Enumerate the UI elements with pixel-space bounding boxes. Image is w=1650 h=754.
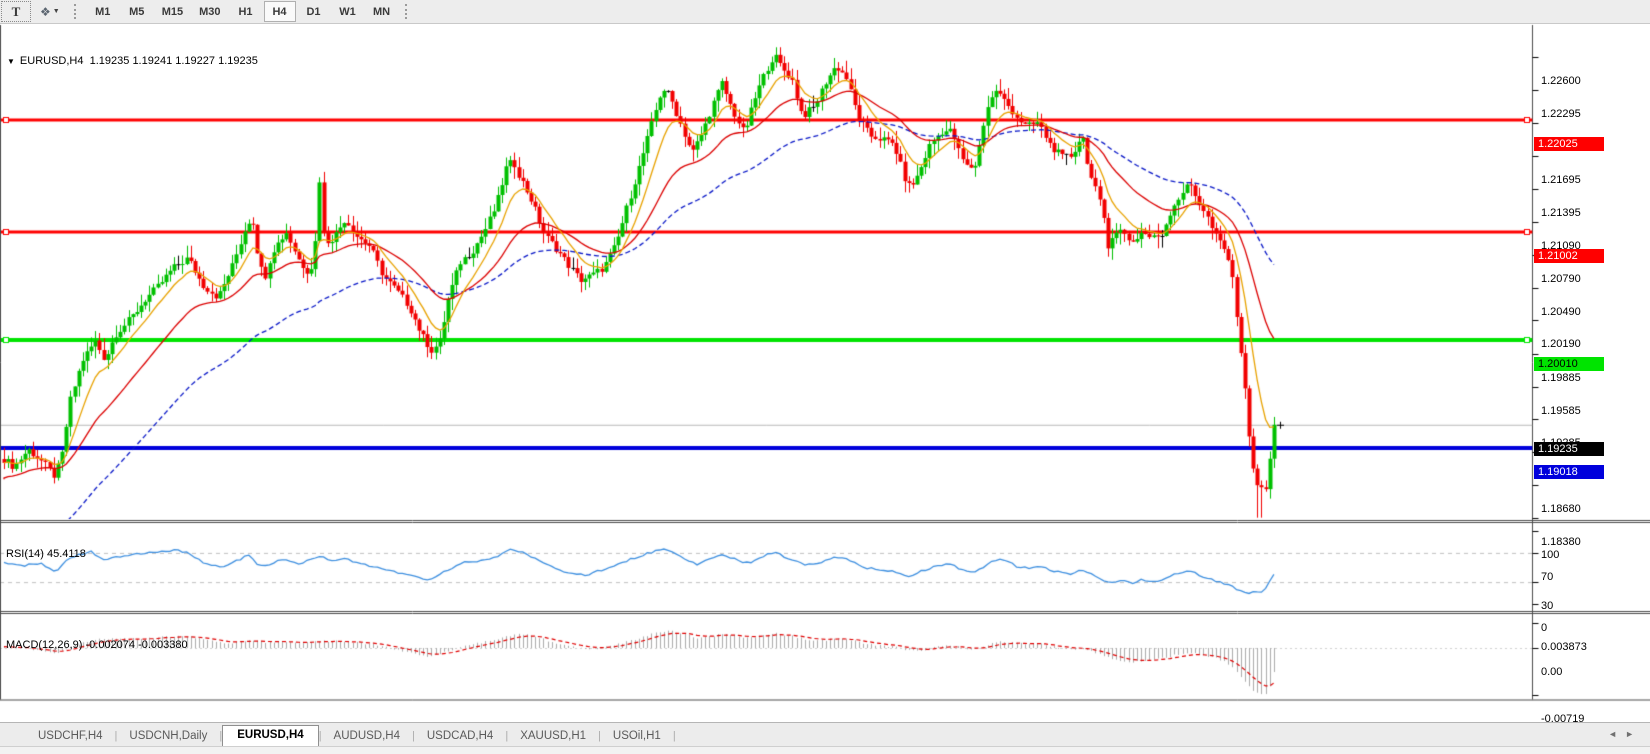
chart-tab-audusd[interactable]: AUDUSD,H4	[322, 727, 412, 746]
timeframe-button-d1[interactable]: D1	[298, 1, 330, 22]
timeframe-button-m15[interactable]: M15	[155, 1, 190, 22]
price-tick: 1.18380	[1541, 536, 1581, 548]
price-tick: 1.19585	[1541, 405, 1581, 417]
timeframe-button-m1[interactable]: M1	[87, 1, 119, 22]
rsi-scale-tick: 0	[1541, 622, 1547, 634]
current-price-tag: 1.19235	[1534, 442, 1604, 456]
timeframe-button-m30[interactable]: M30	[192, 1, 227, 22]
chart-tab-bar: USDCHF,H4|USDCNH,Daily|EURUSD,H4|AUDUSD,…	[0, 722, 1650, 746]
price-tick: 1.21395	[1541, 207, 1581, 219]
rsi-scale-tick: 70	[1541, 571, 1553, 583]
timeframe-group: M1M5M15M30H1H4D1W1MN	[86, 1, 399, 22]
chart-canvas[interactable]	[0, 24, 1650, 754]
price-tick: 1.19885	[1541, 372, 1581, 384]
tab-scroll-right-icon[interactable]: ►	[1625, 729, 1642, 739]
chart-window: ▼ EURUSD,H4 1.19235 1.19241 1.19227 1.192…	[0, 24, 1650, 722]
rsi-scale-tick: 30	[1541, 600, 1553, 612]
price-tick: 1.22295	[1541, 108, 1581, 120]
price-tick: 1.20490	[1541, 306, 1581, 318]
chart-tab-usoil[interactable]: USOil,H1	[601, 727, 673, 746]
timeframe-button-h1[interactable]: H1	[230, 1, 262, 22]
text-tool-button[interactable]: T	[1, 1, 31, 22]
price-tick: 1.22600	[1541, 75, 1581, 87]
rsi-label: RSI(14) 45.4118	[6, 548, 86, 560]
chart-tab-usdcnh[interactable]: USDCNH,Daily	[117, 727, 219, 746]
timeframe-button-mn[interactable]: MN	[366, 1, 398, 22]
macd-label: MACD(12,26,9) -0.002074 -0.003380	[6, 639, 188, 651]
hline-price-tag: 1.22025	[1534, 137, 1604, 151]
tab-separator: |	[673, 730, 676, 746]
macd-scale-tick: 0.003873	[1541, 641, 1587, 653]
timeframe-button-h4[interactable]: H4	[264, 1, 296, 22]
timeframe-button-w1[interactable]: W1	[332, 1, 364, 22]
hline-price-tag: 1.20010	[1534, 357, 1604, 371]
ohlc-values: 1.19235 1.19241 1.19227 1.19235	[90, 55, 258, 67]
symbol-period-label: EURUSD,H4	[20, 55, 84, 67]
chart-tab-eurusd[interactable]: EURUSD,H4	[222, 725, 318, 746]
macd-scale-tick: 0.00	[1541, 666, 1562, 678]
terminal-window: T ❖ ▼ M1M5M15M30H1H4D1W1MN ▼ EURUSD,H4 1.…	[0, 0, 1650, 754]
hline-price-tag: 1.21002	[1534, 249, 1604, 263]
price-tick: 1.20190	[1541, 338, 1581, 350]
chart-tab-usdchf[interactable]: USDCHF,H4	[26, 727, 115, 746]
toolbar-grip-2	[405, 4, 411, 19]
chevron-down-icon: ▼	[53, 8, 60, 15]
tab-scroll-left-icon[interactable]: ◄	[1608, 729, 1625, 739]
hline-price-tag: 1.19018	[1534, 465, 1604, 479]
toolbar-grip	[74, 4, 80, 19]
chart-tab-usdcad[interactable]: USDCAD,H4	[415, 727, 505, 746]
objects-tool-button[interactable]: ❖ ▼	[33, 1, 67, 22]
chart-tab-xauusd[interactable]: XAUUSD,H1	[508, 727, 598, 746]
price-tick: 1.20790	[1541, 273, 1581, 285]
price-tick: 1.18680	[1541, 503, 1581, 515]
collapse-triangle-icon[interactable]: ▼	[7, 57, 15, 66]
price-tick: 1.21695	[1541, 174, 1581, 186]
timeframe-button-m5[interactable]: M5	[121, 1, 153, 22]
rsi-scale-tick: 100	[1541, 549, 1559, 561]
status-bar	[0, 746, 1650, 754]
objects-icon: ❖	[40, 5, 51, 19]
tab-scroll-arrows[interactable]: ◄►	[1608, 729, 1642, 739]
toolbar: T ❖ ▼ M1M5M15M30H1H4D1W1MN	[0, 0, 1650, 24]
chart-header: ▼ EURUSD,H4 1.19235 1.19241 1.19227 1.192…	[7, 55, 258, 67]
